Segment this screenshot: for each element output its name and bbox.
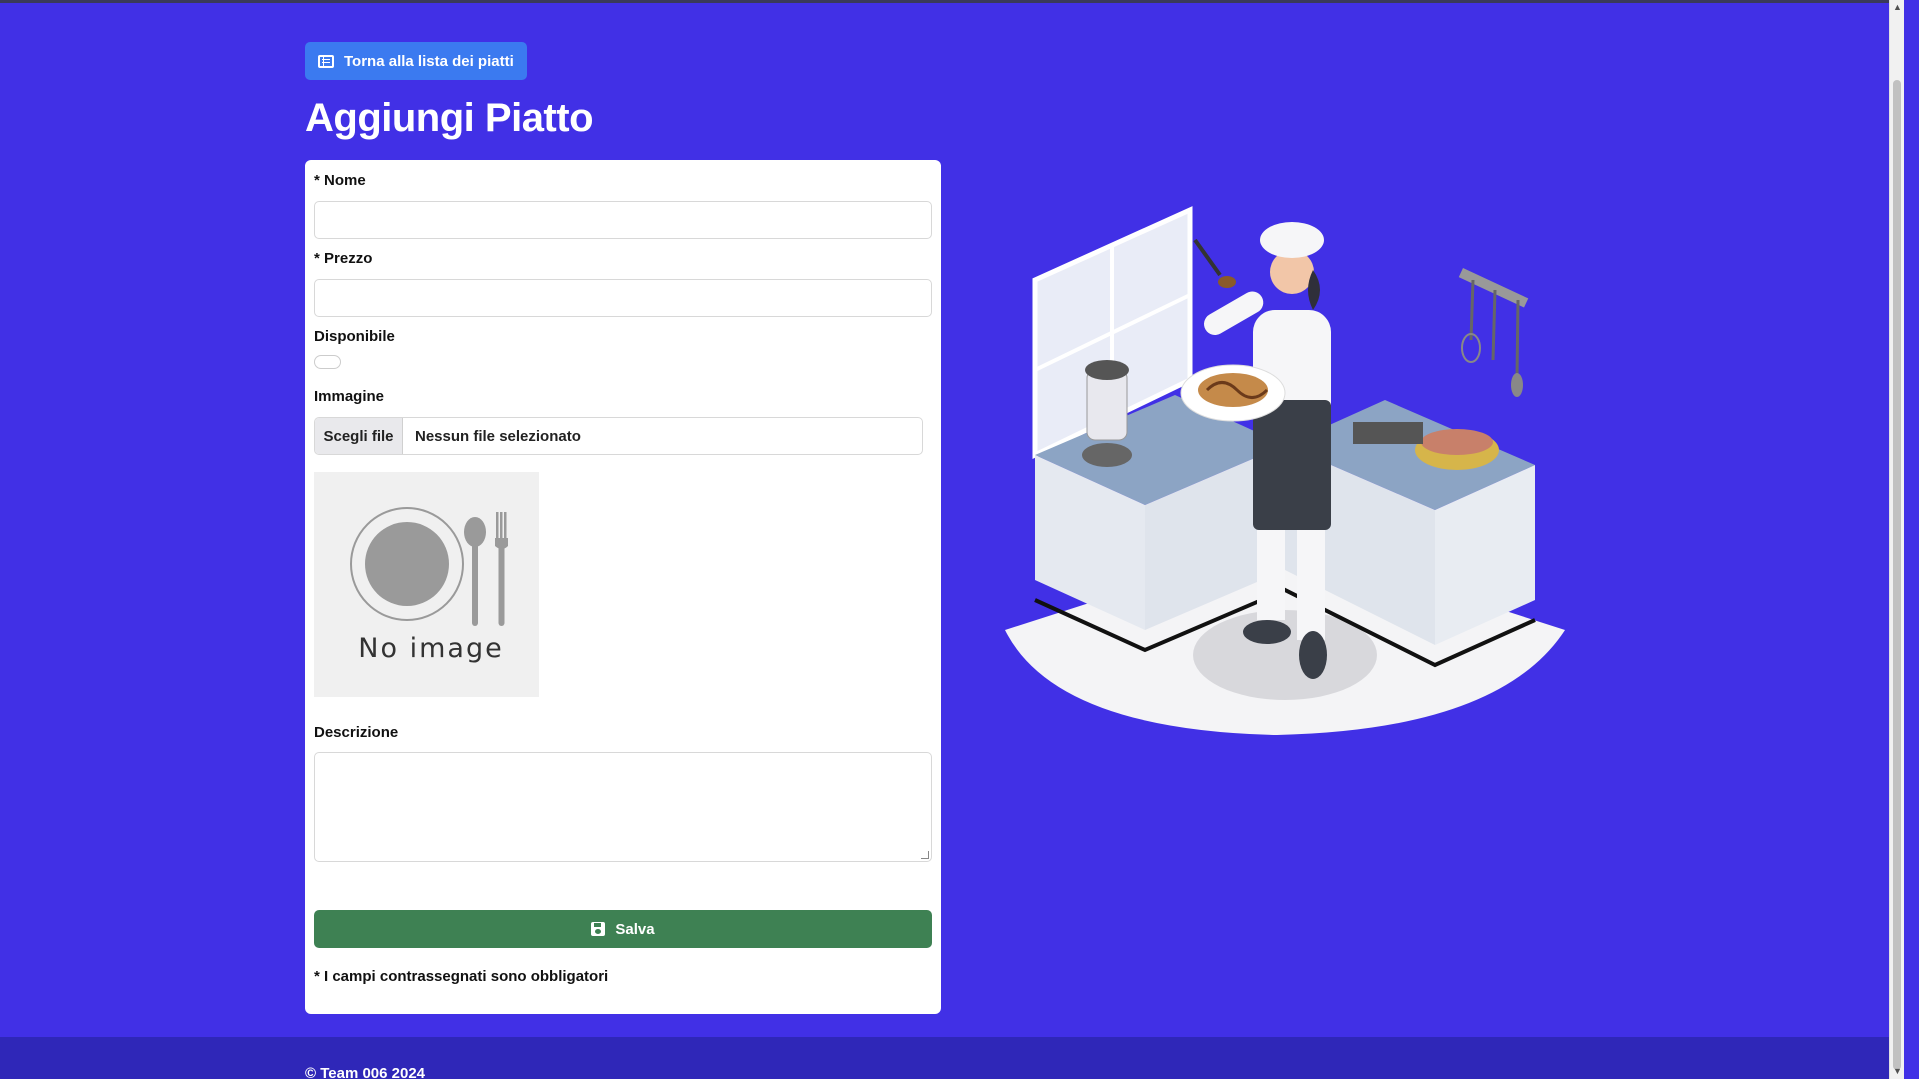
scroll-thumb[interactable] — [1893, 80, 1901, 1070]
image-preview: No image — [314, 472, 539, 697]
choose-file-button[interactable]: Scegli file — [315, 418, 403, 454]
image-file-input[interactable]: Scegli file Nessun file selezionato — [314, 417, 923, 455]
page: Torna alla lista dei piatti Aggiungi Pia… — [0, 0, 1904, 1079]
page-title: Aggiungi Piatto — [305, 96, 594, 140]
no-image-placeholder-icon: No image — [350, 507, 508, 664]
back-to-list-label: Torna alla lista dei piatti — [344, 52, 514, 70]
descrizione-label: Descrizione — [314, 724, 399, 741]
footer: © Team 006 2024 — [0, 1037, 1904, 1079]
file-status-text: Nessun file selezionato — [415, 427, 581, 445]
table-list-icon — [318, 54, 334, 68]
scroll-down-icon[interactable]: ▼ — [1890, 1064, 1905, 1079]
floppy-disk-icon — [591, 922, 606, 936]
chef-kitchen-illustration — [1005, 206, 1565, 735]
save-label: Salva — [615, 920, 655, 938]
prezzo-label: * Prezzo — [314, 250, 373, 267]
required-fields-note: * I campi contrassegnati sono obbligator… — [314, 968, 609, 985]
nome-input[interactable] — [314, 201, 932, 239]
back-to-list-button[interactable]: Torna alla lista dei piatti — [305, 42, 527, 80]
immagine-label: Immagine — [314, 388, 385, 405]
save-button[interactable]: Salva — [314, 910, 932, 948]
prezzo-input[interactable] — [314, 279, 932, 317]
disponibile-label: Disponibile — [314, 328, 395, 345]
nome-label: * Nome — [314, 172, 366, 189]
top-border — [0, 0, 1904, 3]
scrollbar[interactable]: ▲ ▼ — [1889, 0, 1904, 1079]
resize-handle-icon[interactable] — [921, 851, 929, 859]
scroll-up-icon[interactable]: ▲ — [1890, 0, 1905, 15]
footer-copyright: © Team 006 2024 — [305, 1065, 426, 1079]
dish-form-card: * Nome * Prezzo Disponibile Immagine Sce… — [305, 160, 941, 1014]
descrizione-textarea[interactable] — [314, 752, 932, 862]
disponibile-toggle[interactable] — [314, 355, 341, 369]
no-image-label: No image — [358, 633, 503, 664]
